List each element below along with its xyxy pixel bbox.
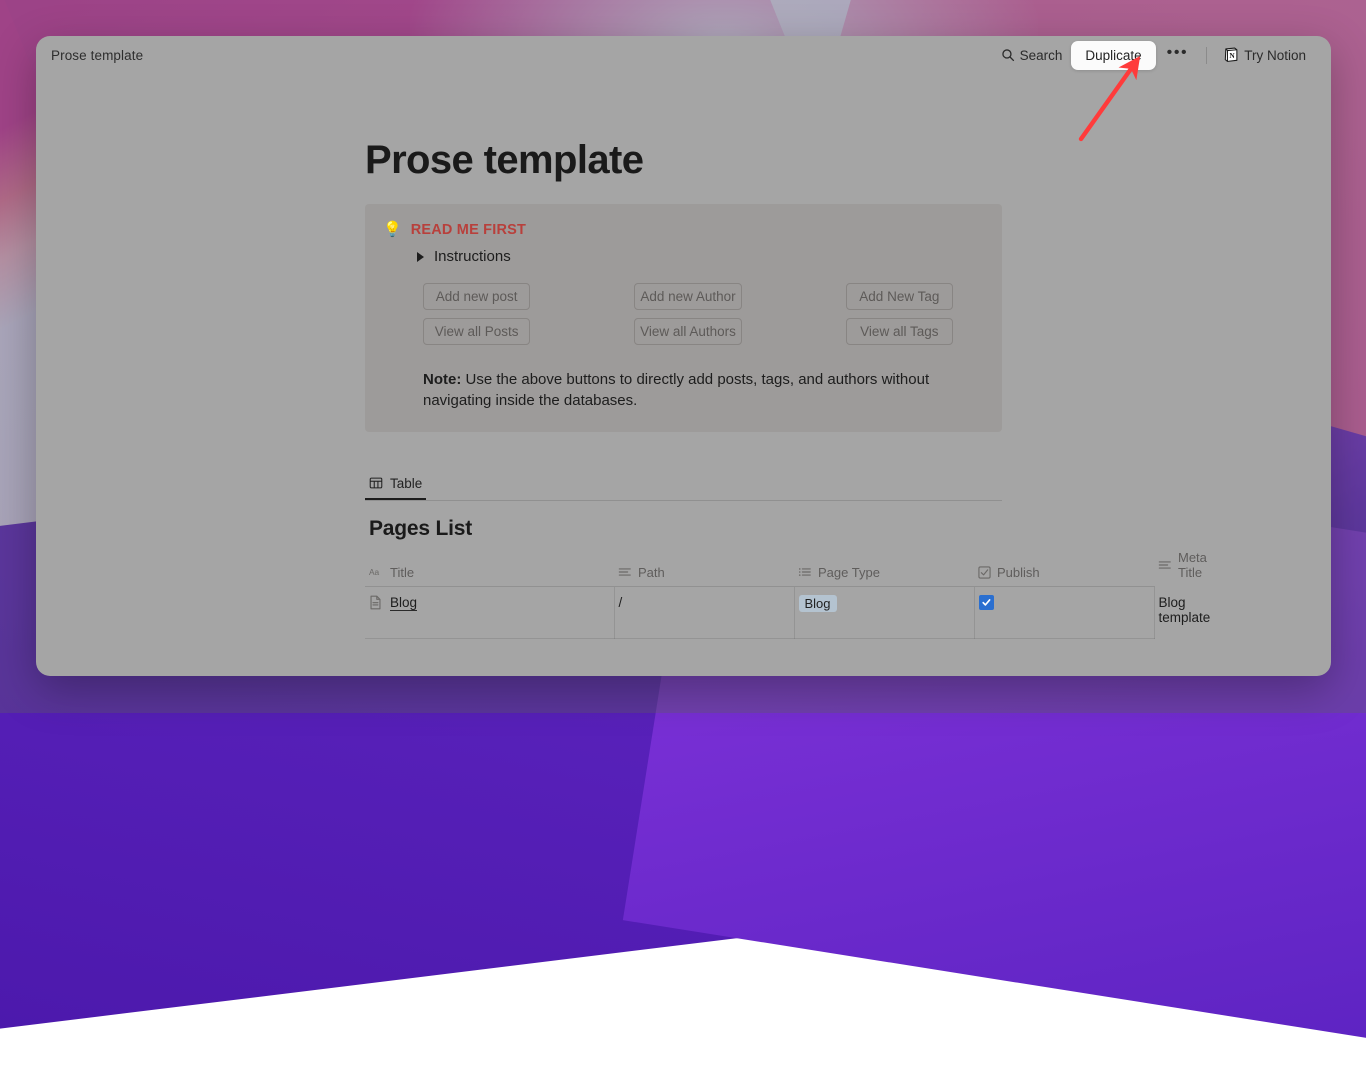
- view-all-tags-button[interactable]: View all Tags: [846, 318, 953, 345]
- lightbulb-icon: 💡: [383, 220, 402, 240]
- document-title-breadcrumb[interactable]: Prose template: [51, 48, 143, 63]
- column-header-publish[interactable]: Publish: [974, 547, 1154, 587]
- page-title: Prose template: [365, 138, 1002, 182]
- column-header-page-type-label: Page Type: [818, 565, 880, 580]
- view-all-posts-button[interactable]: View all Posts: [423, 318, 530, 345]
- table-row[interactable]: Blog / Blog: [365, 586, 1154, 638]
- instructions-toggle[interactable]: Instructions: [417, 248, 984, 265]
- add-new-post-button[interactable]: Add new post: [423, 283, 530, 310]
- callout-button-grid: Add new post Add new Author Add New Tag …: [423, 283, 953, 345]
- page-type-tag: Blog: [799, 595, 837, 612]
- table-header-row: Aa Title: [365, 547, 1154, 587]
- column-header-publish-label: Publish: [997, 565, 1040, 580]
- cell-title[interactable]: Blog: [365, 586, 614, 638]
- chevron-right-icon[interactable]: [417, 252, 424, 262]
- table-body: Blog / Blog: [365, 586, 1154, 638]
- title-aa-icon: Aa: [369, 566, 384, 578]
- database-view-tabs: Table: [365, 472, 1002, 501]
- ellipsis-icon: •••: [1167, 48, 1189, 58]
- page-content: Prose template 💡 READ ME FIRST Instructi…: [36, 74, 1331, 639]
- notion-logo-icon: N: [1223, 47, 1239, 63]
- note-text: Use the above buttons to directly add po…: [423, 371, 929, 409]
- add-new-tag-button[interactable]: Add New Tag: [846, 283, 953, 310]
- instructions-label: Instructions: [434, 248, 511, 265]
- table-head: Aa Title: [365, 547, 1154, 587]
- content-column: Prose template 💡 READ ME FIRST Instructi…: [365, 138, 1002, 639]
- page-doc-icon: [369, 595, 382, 610]
- checkbox-icon: [978, 566, 991, 579]
- cell-title-label: Blog: [390, 595, 417, 611]
- search-label: Search: [1020, 48, 1063, 63]
- cell-path[interactable]: /: [614, 586, 794, 638]
- cell-page-type[interactable]: Blog: [794, 586, 974, 638]
- tab-table-label: Table: [390, 476, 422, 491]
- cell-publish[interactable]: [974, 586, 1154, 638]
- column-header-page-type[interactable]: Page Type: [794, 547, 974, 587]
- database-title: Pages List: [369, 517, 1002, 541]
- callout-heading: READ ME FIRST: [411, 220, 526, 240]
- callout-note: Note: Use the above buttons to directly …: [423, 369, 984, 412]
- pages-list-table: Aa Title: [365, 547, 1154, 639]
- add-new-author-button[interactable]: Add new Author: [634, 283, 741, 310]
- tab-table[interactable]: Table: [365, 472, 426, 500]
- svg-text:N: N: [1230, 51, 1236, 60]
- svg-text:Aa: Aa: [369, 567, 380, 577]
- notion-page-card: Prose template Search Duplicate •••: [36, 36, 1331, 676]
- column-header-path-label: Path: [638, 565, 665, 580]
- text-lines-icon: [618, 566, 632, 578]
- try-notion-label: Try Notion: [1244, 48, 1306, 63]
- top-bar: Prose template Search Duplicate •••: [36, 36, 1331, 74]
- duplicate-label: Duplicate: [1085, 48, 1141, 63]
- column-header-path[interactable]: Path: [614, 547, 794, 587]
- table-icon: [369, 476, 383, 490]
- text-lines-icon: [1158, 559, 1172, 571]
- topbar-divider: [1206, 47, 1207, 64]
- try-notion-button[interactable]: N Try Notion: [1216, 43, 1313, 67]
- column-header-meta-title-label: Meta Title: [1178, 550, 1207, 580]
- column-header-title[interactable]: Aa Title: [365, 547, 614, 587]
- note-label: Note:: [423, 371, 461, 388]
- search-button[interactable]: Search: [994, 44, 1070, 67]
- view-all-authors-button[interactable]: View all Authors: [634, 318, 741, 345]
- search-icon: [1001, 48, 1015, 62]
- column-header-title-label: Title: [390, 565, 414, 580]
- more-options-button[interactable]: •••: [1158, 48, 1198, 63]
- readme-callout: 💡 READ ME FIRST Instructions Add new pos…: [365, 204, 1002, 432]
- select-list-icon: [798, 566, 812, 578]
- callout-header: 💡 READ ME FIRST: [383, 220, 984, 240]
- publish-checkbox-checked[interactable]: [979, 595, 994, 610]
- duplicate-button[interactable]: Duplicate: [1071, 41, 1155, 70]
